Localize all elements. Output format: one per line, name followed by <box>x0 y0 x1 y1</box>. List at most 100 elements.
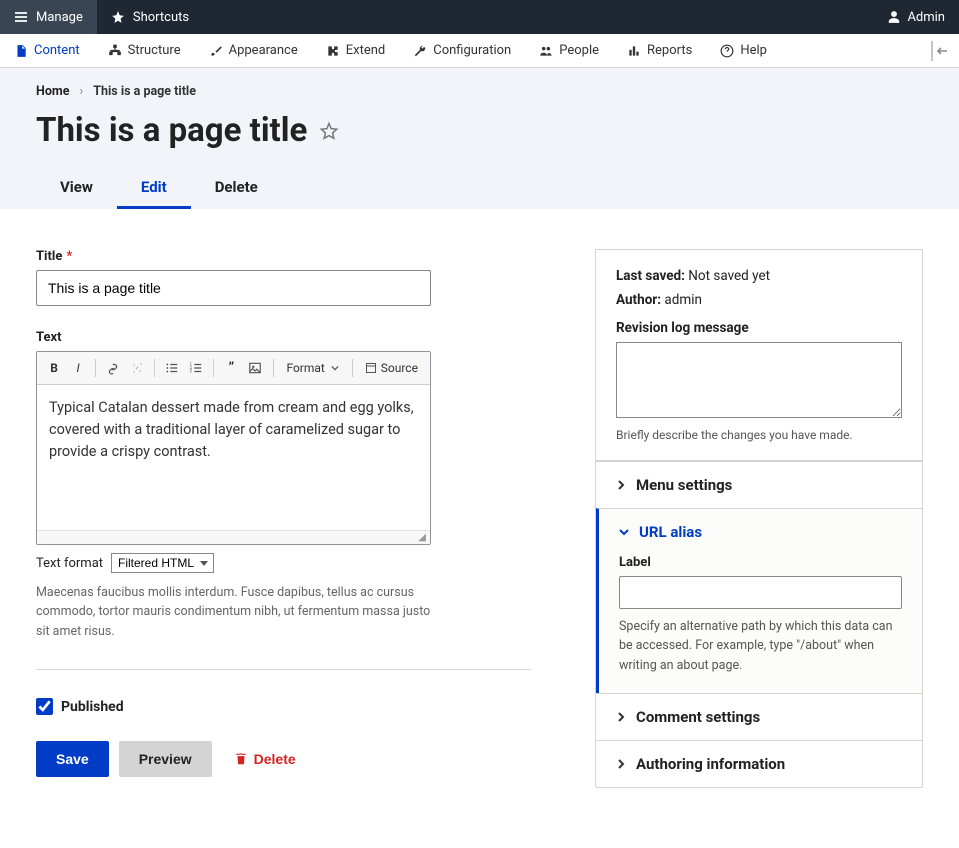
text-field-wrapper: Text B I 123 <box>36 330 531 641</box>
published-row: Published <box>36 698 531 715</box>
tab-delete[interactable]: Delete <box>191 168 282 209</box>
star-filled-icon <box>111 10 125 24</box>
accordion-comment-label: Comment settings <box>636 708 760 726</box>
shortcuts-toggle[interactable]: Shortcuts <box>97 0 203 34</box>
orientation-toggle[interactable] <box>929 34 951 68</box>
url-alias-field-label: Label <box>619 555 902 570</box>
published-label[interactable]: Published <box>61 699 124 715</box>
svg-text:3: 3 <box>190 369 193 374</box>
meta-section: Last saved: Not saved yet Author: admin … <box>596 250 922 461</box>
menu-extend-label: Extend <box>346 43 386 58</box>
puzzle-icon <box>326 44 340 58</box>
blockquote-button[interactable]: ” <box>220 356 242 380</box>
numbered-list-button[interactable]: 123 <box>185 356 207 380</box>
accordion-header-authoring[interactable]: Authoring information <box>596 741 922 787</box>
accordion-header-comment[interactable]: Comment settings <box>596 694 922 740</box>
menu-appearance[interactable]: Appearance <box>195 34 312 67</box>
author-line: Author: admin <box>616 292 902 308</box>
author-label: Author: <box>616 292 661 308</box>
user-menu[interactable]: Admin <box>887 0 959 34</box>
toolbar-left: Manage Shortcuts <box>0 0 203 34</box>
published-checkbox[interactable] <box>36 698 53 715</box>
chevron-right-icon <box>616 712 626 722</box>
author-value: admin <box>664 292 702 308</box>
shortcuts-label: Shortcuts <box>133 10 189 25</box>
accordion-authoring-label: Authoring information <box>636 755 785 773</box>
manage-label: Manage <box>36 10 83 25</box>
link-button[interactable] <box>102 356 124 380</box>
menu-appearance-label: Appearance <box>229 43 298 58</box>
manage-toggle[interactable]: Manage <box>0 0 97 34</box>
text-format-select[interactable]: Filtered HTML <box>111 553 214 573</box>
caret-down-icon <box>331 364 339 372</box>
toolbar-separator <box>352 359 353 377</box>
bullet-list-button[interactable] <box>161 356 183 380</box>
bold-button[interactable]: B <box>43 356 65 380</box>
revision-log-textarea[interactable] <box>616 342 902 418</box>
menu-structure[interactable]: Structure <box>94 34 195 67</box>
chevron-down-icon <box>619 527 629 537</box>
divider <box>36 669 531 670</box>
format-dropdown-label: Format <box>286 361 324 375</box>
main-column: Title * Text B I <box>36 249 531 777</box>
tab-edit[interactable]: Edit <box>117 168 191 209</box>
local-tasks-tabs: View Edit Delete <box>36 168 923 209</box>
italic-button[interactable]: I <box>67 356 89 380</box>
user-icon <box>887 10 901 24</box>
source-button[interactable]: Source <box>359 356 424 380</box>
hamburger-icon <box>14 10 28 24</box>
revision-log-label: Revision log message <box>616 320 902 336</box>
accordion-header-menu[interactable]: Menu settings <box>596 462 922 508</box>
action-buttons: Save Preview Delete <box>36 741 531 777</box>
trash-icon <box>234 752 248 766</box>
chevron-right-icon <box>616 759 626 769</box>
accordion-url-alias: URL alias Label Specify an alternative p… <box>596 508 922 693</box>
unlink-button[interactable] <box>126 356 148 380</box>
tab-view[interactable]: View <box>36 168 117 209</box>
menu-people[interactable]: People <box>525 34 613 67</box>
title-input[interactable] <box>36 270 431 306</box>
chevron-right-icon: › <box>79 84 83 99</box>
editor-toolbar: B I 123 <box>37 352 430 385</box>
title-label: Title * <box>36 249 531 264</box>
accordion-url-body: Label Specify an alternative path by whi… <box>599 555 922 693</box>
accordion-comment-settings: Comment settings <box>596 693 922 740</box>
breadcrumb: Home › This is a page title <box>36 84 923 99</box>
menu-help-label: Help <box>740 43 767 58</box>
source-icon <box>365 362 377 374</box>
menu-extend[interactable]: Extend <box>312 34 400 67</box>
breadcrumb-home[interactable]: Home <box>36 84 69 99</box>
file-icon <box>14 44 28 58</box>
accordion-header-url[interactable]: URL alias <box>599 509 922 555</box>
menu-content-label: Content <box>34 43 80 58</box>
content-region: Title * Text B I <box>0 209 959 828</box>
text-format-help: Maecenas faucibus mollis interdum. Fusce… <box>36 583 431 641</box>
save-button[interactable]: Save <box>36 741 109 777</box>
url-alias-input[interactable] <box>619 576 902 609</box>
source-button-label: Source <box>381 361 418 375</box>
user-name: Admin <box>907 10 945 25</box>
accordion-menu-label: Menu settings <box>636 476 732 494</box>
menu-help[interactable]: Help <box>706 34 781 67</box>
delete-button-label: Delete <box>254 751 296 767</box>
preview-button[interactable]: Preview <box>119 741 212 777</box>
toolbar-separator <box>154 359 155 377</box>
image-button[interactable] <box>244 356 266 380</box>
menu-content[interactable]: Content <box>0 34 94 67</box>
menu-reports[interactable]: Reports <box>613 34 706 67</box>
editor-body[interactable]: Typical Catalan dessert made from cream … <box>37 385 430 530</box>
editor-resize-handle[interactable]: ◢ <box>37 530 430 544</box>
people-icon <box>539 44 553 58</box>
delete-button[interactable]: Delete <box>222 741 308 777</box>
menu-configuration-label: Configuration <box>433 43 511 58</box>
chevron-right-icon <box>616 480 626 490</box>
header-region: Home › This is a page title This is a pa… <box>0 68 959 209</box>
text-label: Text <box>36 330 531 345</box>
menu-people-label: People <box>559 43 599 58</box>
accordion-url-label: URL alias <box>639 523 702 541</box>
url-alias-help: Specify an alternative path by which thi… <box>619 617 902 675</box>
menu-configuration[interactable]: Configuration <box>399 34 525 67</box>
star-outline-icon[interactable] <box>319 121 339 141</box>
toolbar-separator <box>273 359 274 377</box>
format-dropdown[interactable]: Format <box>279 356 345 380</box>
